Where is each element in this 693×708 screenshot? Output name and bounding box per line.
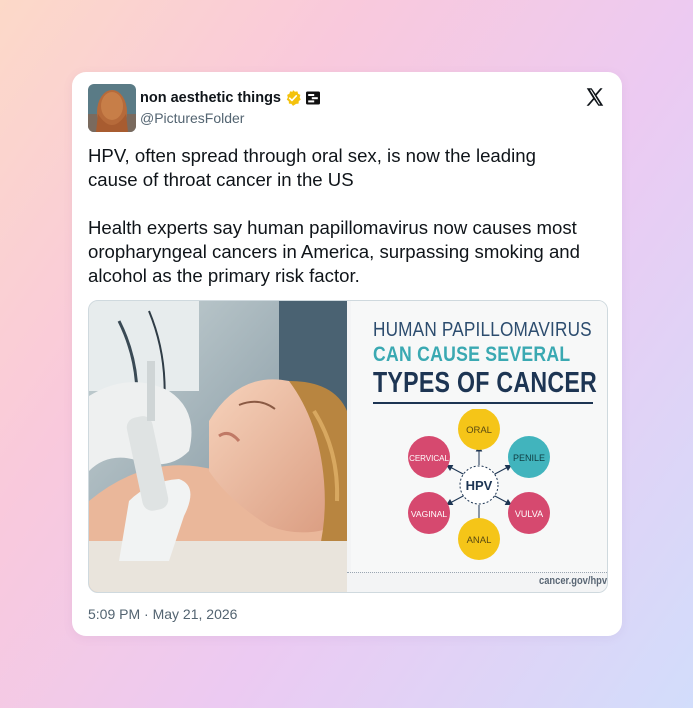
ultrasound-photo xyxy=(89,301,347,592)
author-handle[interactable]: @PicturesFolder xyxy=(140,110,244,126)
cancer-label-vulva: VULVA xyxy=(515,509,543,519)
cancer-label-oral: ORAL xyxy=(466,425,492,436)
cancer-label-penile: PENILE xyxy=(513,453,545,463)
cancer-label-anal: ANAL xyxy=(467,535,492,546)
avatar[interactable] xyxy=(88,84,136,132)
infographic-source: cancer.gov/hpv xyxy=(538,575,607,587)
hpv-cancer-diagram: HPV ORAL PENILE VULVA ANAL VAGINAL CERVI… xyxy=(408,409,550,560)
x-logo-icon[interactable] xyxy=(584,86,606,108)
hpv-infographic: HUMAN PAPILLOMAVIRUS CAN CAUSE SEVERAL T… xyxy=(347,301,607,592)
affiliate-badge-icon xyxy=(306,91,320,105)
cancer-label-vaginal: VAGINAL xyxy=(411,509,447,519)
infographic-divider xyxy=(373,402,593,404)
tweet-paragraph: HPV, often spread through oral sex, is n… xyxy=(88,145,536,190)
verified-badge-icon xyxy=(286,90,301,106)
tweet-timestamp: 5:09 PM · May 21, 2026 xyxy=(88,606,237,622)
infographic-title-line1: HUMAN PAPILLOMAVIRUS xyxy=(373,319,592,341)
cancer-label-cervical: CERVICAL xyxy=(409,454,449,463)
tweet-time[interactable]: 5:09 PM xyxy=(88,606,140,622)
infographic-title-line2: CAN CAUSE SEVERAL xyxy=(373,343,571,366)
meta-separator: · xyxy=(144,606,149,622)
author-name[interactable]: non aesthetic things xyxy=(140,90,281,106)
infographic-title-line3: TYPES OF CANCER xyxy=(373,367,598,399)
tweet-date[interactable]: May 21, 2026 xyxy=(153,606,238,622)
hpv-center-label: HPV xyxy=(466,478,493,493)
tweet-text: HPV, often spread through oral sex, is n… xyxy=(88,144,588,288)
infographic-dotted-line xyxy=(347,572,607,574)
tweet-media[interactable]: HUMAN PAPILLOMAVIRUS CAN CAUSE SEVERAL T… xyxy=(88,300,608,593)
author-name-row: non aesthetic things xyxy=(140,88,321,108)
tweet-paragraph: Health experts say human papillomavirus … xyxy=(88,217,580,286)
tweet-card: non aesthetic things @PicturesFolder HPV… xyxy=(72,72,622,636)
